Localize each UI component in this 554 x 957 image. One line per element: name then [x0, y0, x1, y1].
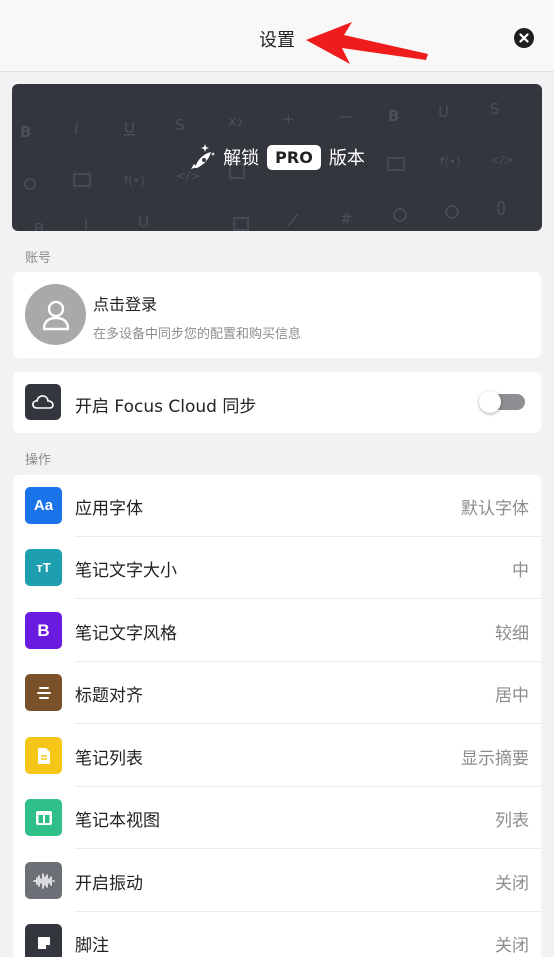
list-item-label: 应用字体	[75, 499, 143, 519]
list-item-label: 脚注	[75, 936, 109, 956]
list-item-title-align[interactable]: 标题对齐 居中	[13, 662, 541, 724]
list-item-text-size[interactable]: тТ 笔记文字大小 中	[13, 537, 541, 599]
operations-section-label: 操作	[25, 453, 52, 468]
svg-text:U: U	[438, 103, 449, 121]
bold-b-icon: B	[25, 612, 62, 649]
list-item-note-list[interactable]: 笔记列表 显示摘要	[13, 725, 541, 787]
divider	[75, 723, 541, 724]
login-subtitle: 在多设备中同步您的配置和购买信息	[93, 327, 302, 342]
svg-text:f(•): f(•)	[124, 174, 145, 188]
version-text: 版本	[328, 148, 365, 169]
columns-icon	[25, 799, 62, 836]
pro-badge: PRO	[267, 144, 321, 170]
svg-text:B: B	[34, 220, 44, 231]
cloud-sync-label: 开启 Focus Cloud 同步	[75, 397, 257, 417]
account-section-label: 账号	[25, 251, 52, 266]
list-item-label: 笔记本视图	[75, 811, 160, 831]
list-item-vibration[interactable]: 开启振动 关闭	[13, 850, 541, 912]
cloud-icon	[32, 395, 54, 409]
svg-text:—: —	[338, 107, 353, 125]
operations-list: Aa 应用字体 默认字体 тТ 笔记文字大小 中 B 笔记文字风格 较细 标题对…	[13, 475, 541, 957]
svg-text:S: S	[490, 100, 500, 118]
cloud-sync-toggle[interactable]	[479, 391, 525, 413]
svg-text:S: S	[175, 116, 185, 134]
login-title: 点击登录	[93, 295, 158, 314]
font-aa-icon: Aa	[25, 487, 62, 524]
list-item-label: 笔记文字大小	[75, 561, 177, 581]
list-item-label: 开启振动	[75, 874, 143, 894]
list-item-value: 显示摘要	[461, 749, 529, 769]
page-title: 设置	[259, 30, 295, 51]
svg-text:I: I	[84, 216, 88, 231]
list-item-value: 较细	[495, 624, 529, 644]
text-size-icon: тТ	[25, 549, 62, 586]
list-item-footnote[interactable]: 脚注 关闭	[13, 912, 541, 957]
list-item-label: 笔记列表	[75, 749, 143, 769]
list-item-app-font[interactable]: Aa 应用字体 默认字体	[13, 475, 541, 537]
avatar	[25, 284, 86, 345]
unlock-pro-label: 解锁 PRO 版本	[12, 140, 542, 174]
rocket-icon	[191, 144, 216, 169]
svg-text:I: I	[74, 120, 79, 138]
waveform-icon	[25, 862, 62, 899]
svg-text:+: +	[282, 110, 295, 128]
list-item-notebook-view[interactable]: 笔记本视图 列表	[13, 787, 541, 849]
user-icon	[42, 300, 69, 330]
cloud-icon-badge	[25, 384, 61, 420]
list-item-text-style[interactable]: B 笔记文字风格 较细	[13, 600, 541, 662]
list-item-value: 居中	[495, 686, 529, 706]
divider	[75, 848, 541, 849]
align-center-icon	[25, 674, 62, 711]
footnote-icon	[25, 924, 62, 957]
close-icon	[519, 33, 529, 43]
svg-text:x₂: x₂	[228, 112, 243, 130]
list-item-label: 标题对齐	[75, 686, 143, 706]
svg-text:B: B	[388, 107, 399, 125]
svg-text:U: U	[138, 213, 149, 231]
list-item-value: 列表	[495, 811, 529, 831]
document-icon	[25, 737, 62, 774]
svg-text:U: U	[124, 119, 135, 137]
unlock-pro-banner[interactable]: B I U S x₂ + — B U S f(•) </> f(•) </> B…	[12, 84, 542, 231]
list-item-value: 中	[512, 561, 529, 581]
close-button[interactable]	[514, 28, 534, 48]
list-item-value: 关闭	[495, 936, 529, 956]
header-bar: 设置	[0, 0, 554, 72]
login-card[interactable]: 点击登录 在多设备中同步您的配置和购买信息	[13, 272, 541, 358]
divider	[75, 598, 541, 599]
cloud-sync-row: 开启 Focus Cloud 同步	[13, 372, 541, 433]
red-arrow-annotation	[306, 22, 428, 64]
list-item-value: 关闭	[495, 874, 529, 894]
list-item-value: 默认字体	[461, 499, 529, 519]
svg-text:#: #	[340, 210, 353, 228]
list-item-label: 笔记文字风格	[75, 624, 177, 644]
unlock-text: 解锁	[223, 148, 260, 169]
toggle-knob	[479, 391, 501, 413]
svg-text:B: B	[20, 123, 31, 141]
